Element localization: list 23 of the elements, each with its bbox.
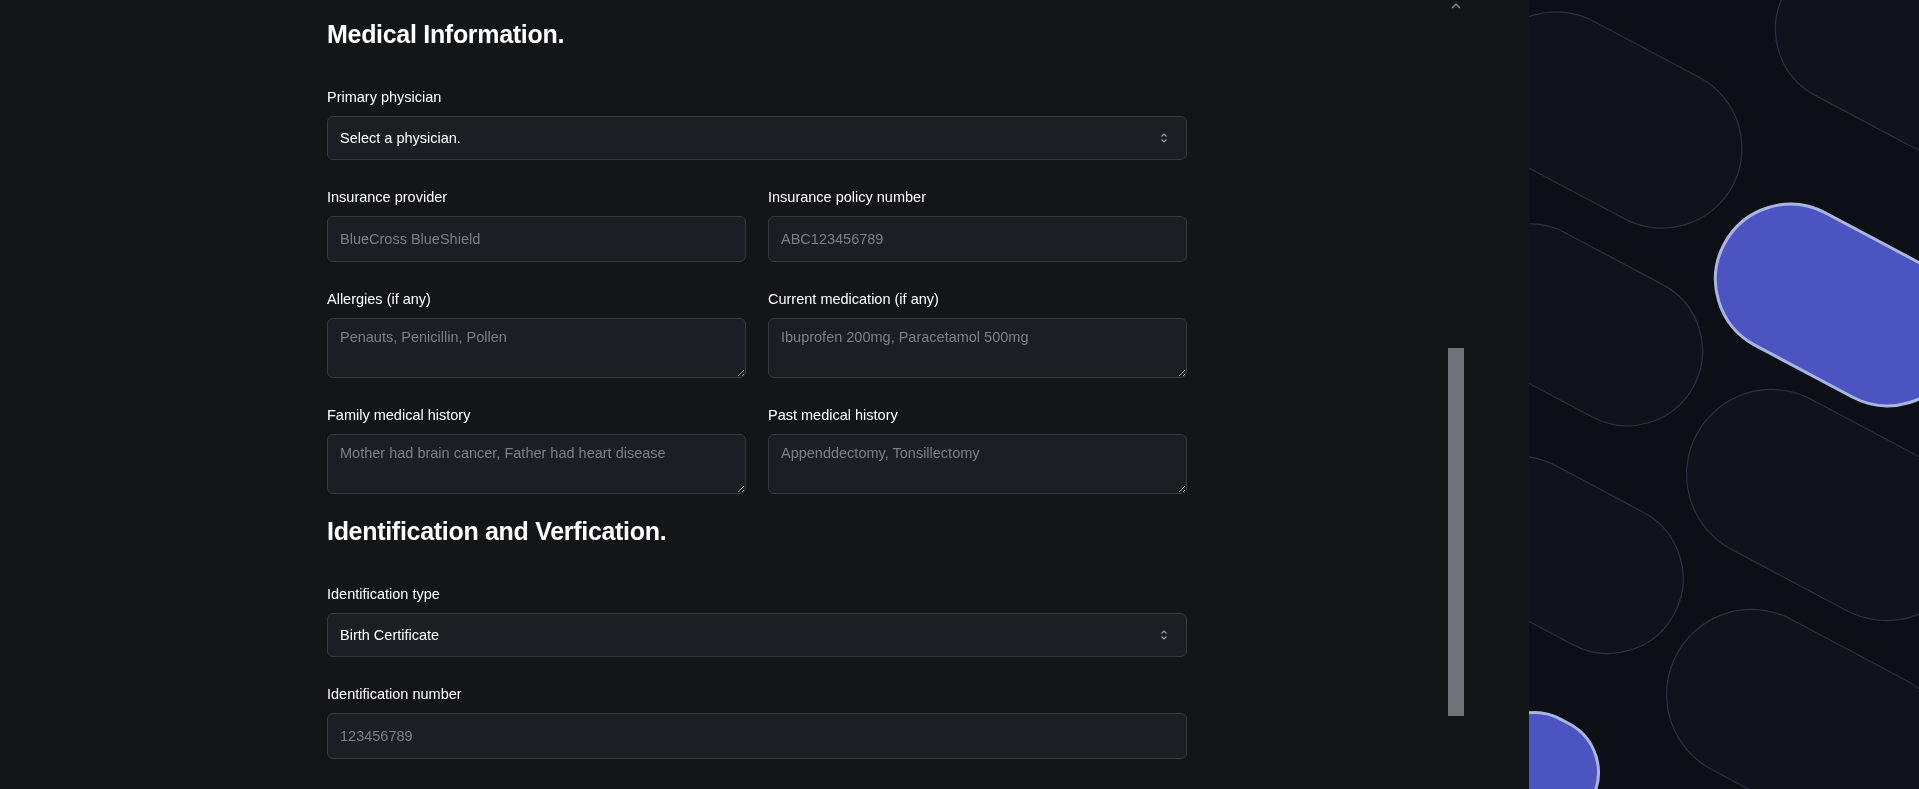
- scrollbar-thumb[interactable]: [1448, 348, 1464, 716]
- input-field[interactable]: 123456789: [327, 713, 1187, 759]
- text-area[interactable]: Appenddectomy, Tonsillectomy: [768, 434, 1187, 494]
- field-label: Insurance policy number: [768, 188, 927, 207]
- input-field[interactable]: BlueCross BlueShield: [327, 216, 746, 262]
- field-label: Insurance provider: [327, 188, 449, 207]
- text-area[interactable]: Ibuprofen 200mg, Paracetamol 500mg: [768, 318, 1187, 378]
- field-label: Past medical history: [768, 406, 899, 425]
- text-area[interactable]: Penauts, Penicillin, Pollen: [327, 318, 746, 378]
- up-down-chevron-icon: [1160, 629, 1168, 641]
- input-field[interactable]: ABC123456789: [768, 216, 1187, 262]
- field-label: Allergies (if any): [327, 290, 432, 309]
- field-label: Primary physician: [327, 88, 443, 107]
- select-field[interactable]: Birth Certificate: [327, 613, 1187, 657]
- field-label: Identification number: [327, 685, 463, 704]
- up-down-chevron-icon: [1160, 132, 1168, 144]
- field-label: Family medical history: [327, 406, 472, 425]
- section-heading: Medical Information.: [327, 19, 566, 50]
- section-heading: Identification and Verfication.: [327, 516, 668, 547]
- select-field[interactable]: Select a physician.: [327, 116, 1187, 160]
- field-label: Current medication (if any): [768, 290, 940, 309]
- text-area[interactable]: Mother had brain cancer, Father had heart disease: [327, 434, 746, 494]
- field-label: Identification type: [327, 585, 441, 604]
